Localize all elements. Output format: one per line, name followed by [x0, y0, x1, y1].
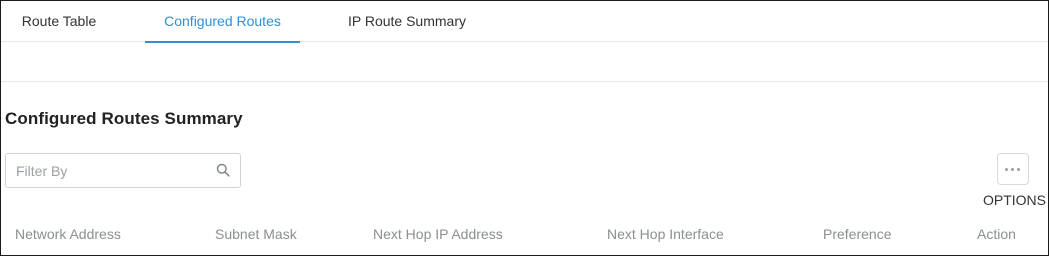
more-horizontal-icon: [1005, 168, 1020, 171]
tab-configured-routes[interactable]: Configured Routes: [145, 1, 300, 43]
column-header-preference[interactable]: Preference: [823, 226, 891, 242]
configured-routes-panel: Route Table Configured Routes IP Route S…: [0, 0, 1049, 256]
search-icon[interactable]: [216, 163, 230, 177]
column-header-action: Action: [977, 226, 1016, 242]
options-button[interactable]: [997, 153, 1029, 185]
options-label[interactable]: OPTIONS: [983, 192, 1046, 208]
tab-route-table[interactable]: Route Table: [5, 1, 113, 42]
column-header-network-address[interactable]: Network Address: [15, 226, 121, 242]
tab-ip-route-summary[interactable]: IP Route Summary: [331, 1, 483, 42]
filter-input[interactable]: [6, 154, 206, 187]
filter-box: [5, 153, 241, 188]
column-header-next-hop-ip[interactable]: Next Hop IP Address: [373, 226, 503, 242]
column-header-subnet-mask[interactable]: Subnet Mask: [215, 226, 297, 242]
page-title: Configured Routes Summary: [5, 109, 243, 128]
section-divider: [1, 81, 1048, 82]
tab-bar: Route Table Configured Routes IP Route S…: [1, 1, 1048, 43]
column-header-next-hop-interface[interactable]: Next Hop Interface: [607, 226, 724, 242]
